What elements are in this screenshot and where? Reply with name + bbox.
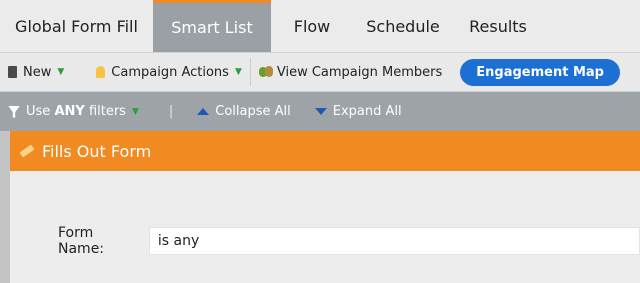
lightbulb-icon [96, 66, 106, 78]
campaign-actions-label: Campaign Actions [111, 64, 229, 80]
expand-all-button[interactable]: Expand All [307, 104, 410, 119]
filter-header[interactable]: Fills Out Form [10, 131, 640, 171]
tab-global-form-fill[interactable]: Global Form Fill [0, 0, 153, 52]
left-gutter [0, 131, 10, 283]
dropdown-arrow-icon: ▼ [131, 106, 139, 117]
expand-icon [314, 108, 327, 115]
form-name-label: Form Name: [58, 225, 105, 257]
engagement-map-button[interactable]: Engagement Map [460, 58, 620, 86]
expand-all-label: Expand All [332, 104, 402, 119]
tab-flow[interactable]: Flow [271, 0, 353, 52]
toolbar: New ▼ Campaign Actions ▼ View Campaign M… [0, 52, 640, 92]
members-icon [258, 65, 273, 79]
filter-separator: | [168, 104, 174, 119]
dropdown-arrow-icon: ▼ [57, 67, 65, 77]
form-name-value: is any [157, 233, 200, 249]
dropdown-arrow-icon: ▼ [234, 67, 242, 77]
use-any-label: ANY [54, 104, 85, 119]
tab-results[interactable]: Results [453, 0, 543, 52]
filter-content: Fills Out Form Form Name: is any [0, 131, 640, 283]
pencil-icon [19, 144, 35, 158]
new-menu[interactable]: New ▼ [0, 53, 72, 91]
form-name-field[interactable]: is any [148, 227, 640, 255]
collapse-all-button[interactable]: Collapse All [189, 104, 299, 119]
view-members-label: View Campaign Members [276, 64, 443, 80]
funnel-icon [8, 105, 20, 118]
filters-label: filters [88, 104, 126, 119]
use-any-filters-menu[interactable]: Use ANY filters ▼ [0, 104, 147, 119]
new-label: New [23, 64, 52, 80]
filter-title: Fills Out Form [42, 141, 152, 161]
campaign-actions-menu[interactable]: Campaign Actions ▼ [88, 53, 250, 91]
tab-bar: Global Form Fill Smart List Flow Schedul… [0, 0, 640, 52]
collapse-icon [197, 108, 210, 115]
new-document-icon [8, 66, 17, 78]
use-label: Use [26, 104, 51, 119]
tab-smart-list[interactable]: Smart List [153, 0, 271, 52]
form-name-row: Form Name: is any [58, 225, 640, 257]
collapse-all-label: Collapse All [215, 104, 291, 119]
filter-panel: Form Name: is any [10, 171, 640, 283]
view-campaign-members-button[interactable]: View Campaign Members [251, 53, 450, 91]
filter-bar: Use ANY filters ▼ | Collapse All Expand … [0, 92, 640, 131]
tab-schedule[interactable]: Schedule [353, 0, 453, 52]
